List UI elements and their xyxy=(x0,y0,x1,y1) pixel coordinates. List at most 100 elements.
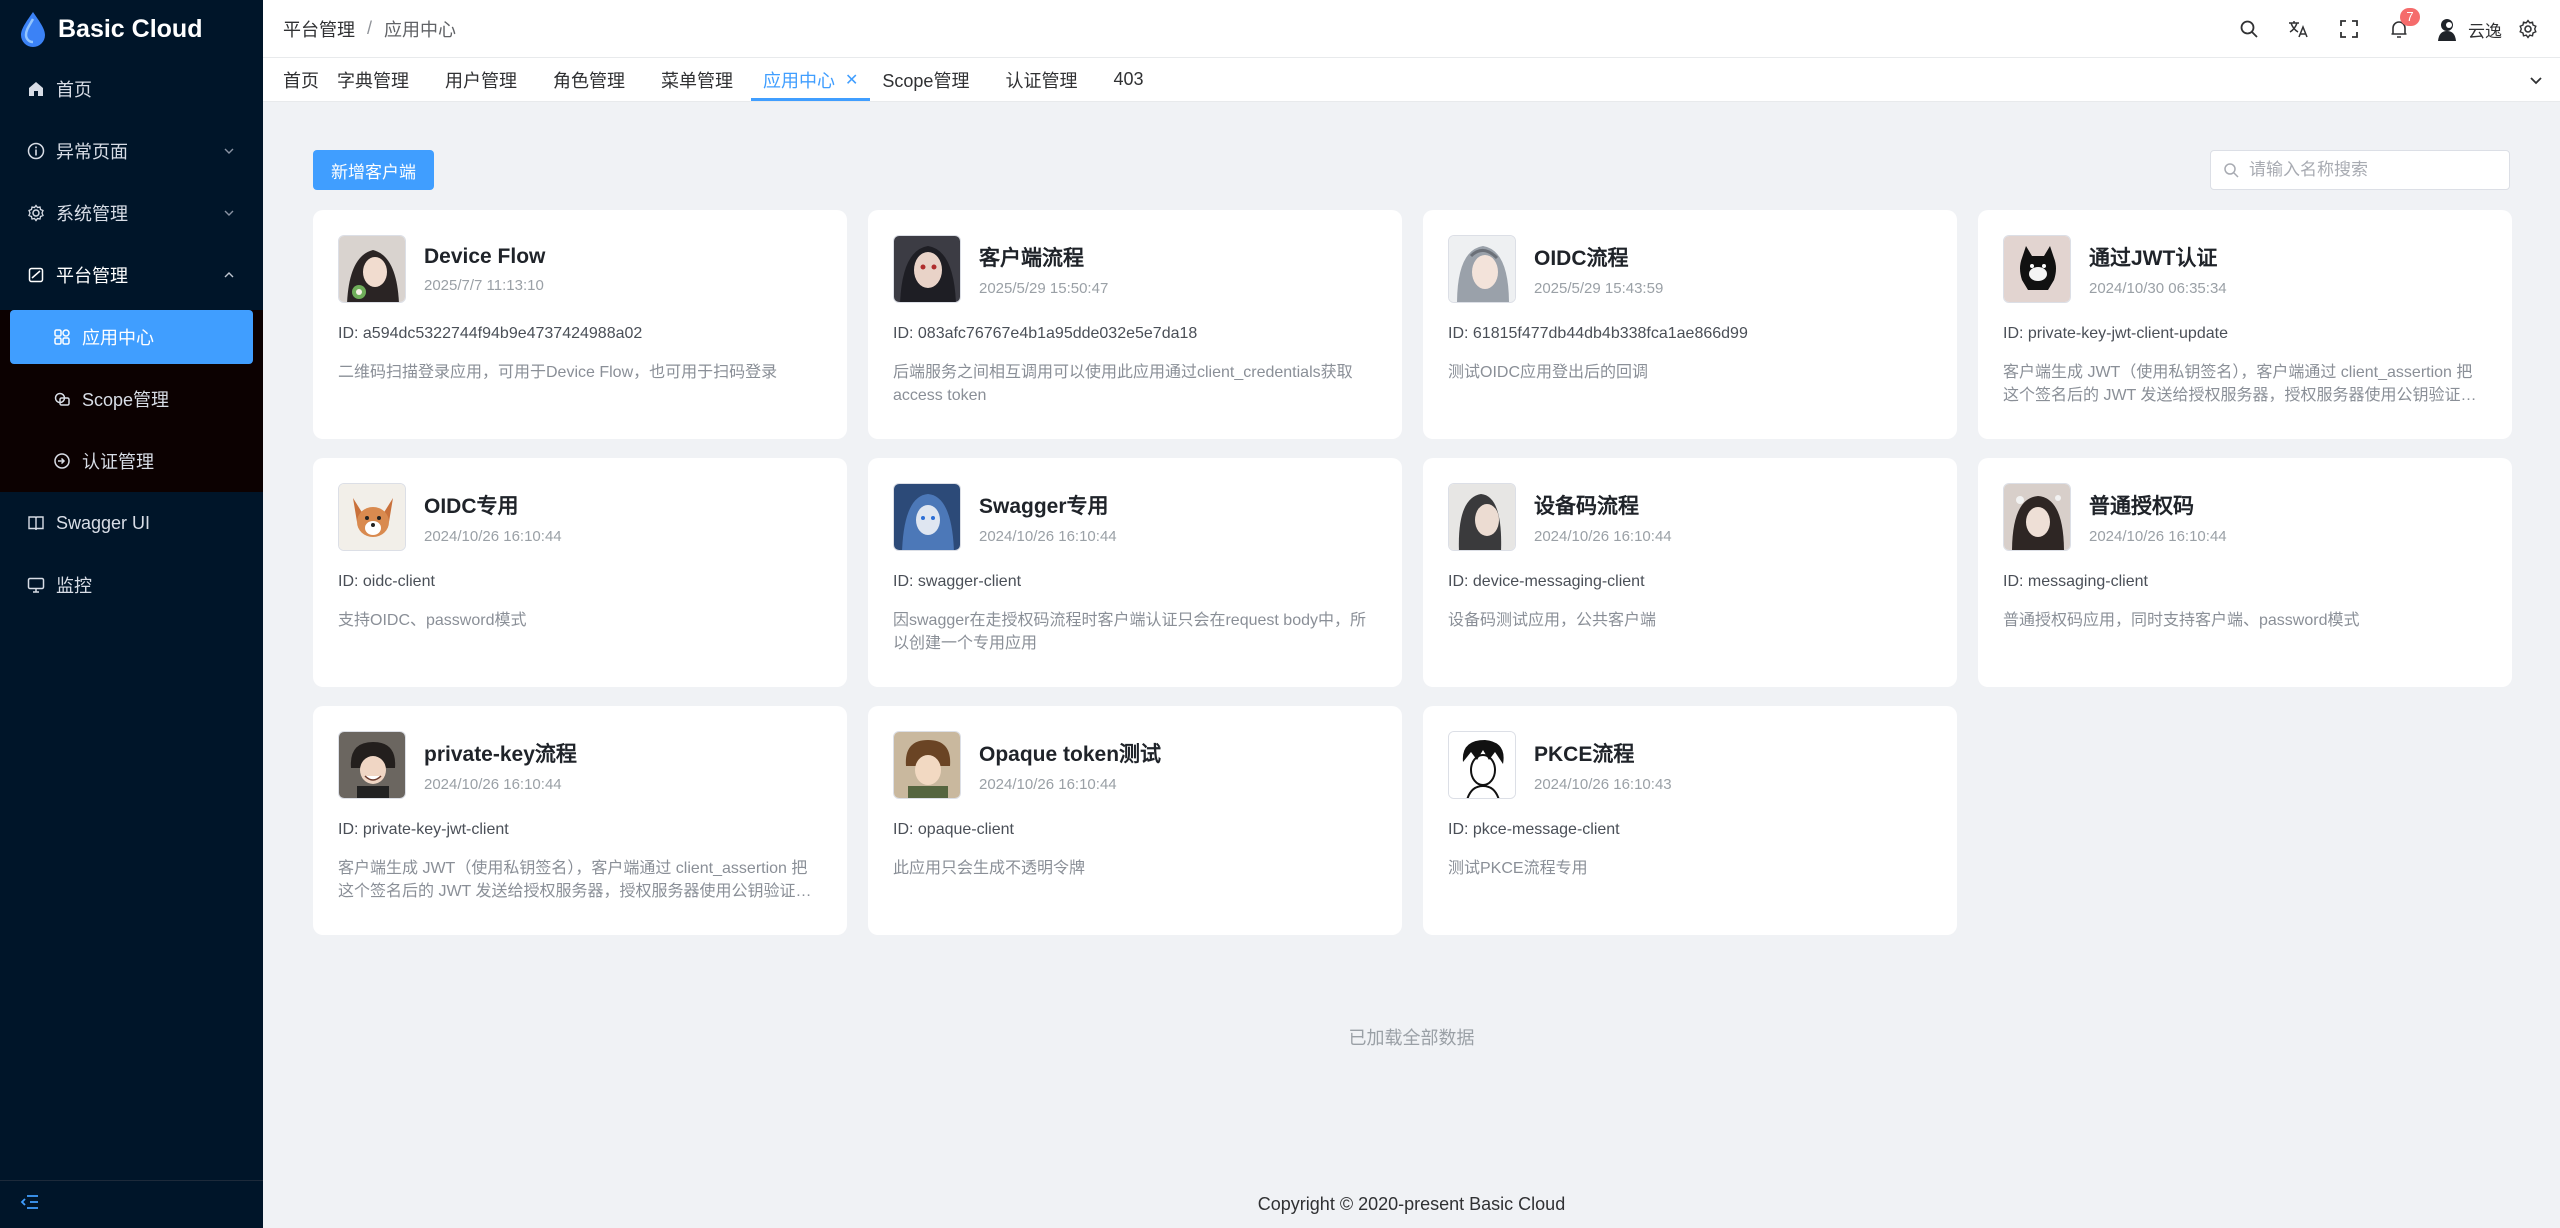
client-avatar xyxy=(338,483,406,551)
client-avatar xyxy=(2003,483,2071,551)
search-box[interactable] xyxy=(2210,150,2510,190)
client-card[interactable]: Device Flow 2025/7/7 11:13:10 ID: a594dc… xyxy=(313,210,847,439)
client-avatar xyxy=(893,483,961,551)
search-input[interactable] xyxy=(2249,160,2489,180)
tab-users[interactable]: 用户管理 xyxy=(427,58,535,101)
sidebar-item-home[interactable]: 首页 xyxy=(0,58,263,120)
info-icon xyxy=(26,141,46,161)
client-card[interactable]: Swagger专用 2024/10/26 16:10:44 ID: swagge… xyxy=(868,458,1402,687)
client-card-grid: Device Flow 2025/7/7 11:13:10 ID: a594dc… xyxy=(313,210,2512,935)
water-drop-logo-icon xyxy=(18,9,48,49)
client-id: ID: pkce-message-client xyxy=(1448,821,1620,838)
client-card[interactable]: 客户端流程 2025/5/29 15:50:47 ID: 083afc76767… xyxy=(868,210,1402,439)
tab-menus[interactable]: 菜单管理 xyxy=(643,58,751,101)
tab-403[interactable]: 403 xyxy=(1095,58,1161,101)
client-name: 普通授权码 xyxy=(2089,494,2194,518)
tab-auth[interactable]: 认证管理 xyxy=(987,58,1095,101)
client-name: Swagger专用 xyxy=(979,494,1109,518)
search-icon xyxy=(2240,20,2258,38)
add-client-button[interactable]: 新增客户端 xyxy=(313,150,434,190)
sidebar-item-app-center[interactable]: 应用中心 xyxy=(10,310,253,364)
grid-icon xyxy=(52,327,72,347)
user-menu[interactable]: 云逸 xyxy=(2434,16,2502,42)
fullscreen-button[interactable] xyxy=(2324,0,2374,58)
tab-label: 首页 xyxy=(283,70,319,91)
header-tools: 7 云逸 xyxy=(2224,0,2546,58)
client-name: 通过JWT认证 xyxy=(2089,246,2218,270)
close-tab-icon[interactable]: ✕ xyxy=(845,70,858,90)
client-name: private-key流程 xyxy=(424,742,577,766)
client-card[interactable]: private-key流程 2024/10/26 16:10:44 ID: pr… xyxy=(313,706,847,935)
sidebar-item-swagger[interactable]: Swagger UI xyxy=(0,492,263,554)
sidebar-item-label: 平台管理 xyxy=(56,266,128,286)
tab-home[interactable]: 首页 xyxy=(263,58,329,101)
tab-label: 用户管理 xyxy=(445,70,517,91)
settings-button[interactable] xyxy=(2510,0,2546,58)
client-description: 二维码扫描登录应用，可用于Device Flow，也可用于扫码登录 xyxy=(338,364,778,381)
notification-button[interactable]: 7 xyxy=(2374,0,2424,58)
client-id: ID: 083afc76767e4b1a95dde032e5e7da18 xyxy=(893,325,1198,342)
client-created-time: 2025/5/29 15:43:59 xyxy=(1534,279,1664,297)
app-logo[interactable]: Basic Cloud xyxy=(0,0,263,58)
client-created-time: 2024/10/26 16:10:44 xyxy=(1534,527,1672,545)
client-created-time: 2025/7/7 11:13:10 xyxy=(424,276,544,294)
client-id: ID: oidc-client xyxy=(338,573,435,590)
client-name: OIDC专用 xyxy=(424,494,519,518)
tab-roles[interactable]: 角色管理 xyxy=(535,58,643,101)
client-card[interactable]: Opaque token测试 2024/10/26 16:10:44 ID: o… xyxy=(868,706,1402,935)
sidebar-item-scope[interactable]: Scope管理 xyxy=(0,368,263,430)
client-avatar xyxy=(338,235,406,303)
language-button[interactable] xyxy=(2274,0,2324,58)
chevron-down-icon xyxy=(224,210,234,216)
client-name: PKCE流程 xyxy=(1534,742,1635,766)
sidebar-item-label: 应用中心 xyxy=(82,328,154,348)
breadcrumb-item-platform[interactable]: 平台管理 xyxy=(283,16,355,42)
client-id: ID: private-key-jwt-client xyxy=(338,821,509,838)
client-name: 客户端流程 xyxy=(979,246,1084,270)
tab-dict[interactable]: 字典管理 xyxy=(329,58,427,101)
client-avatar xyxy=(1448,731,1516,799)
chevron-down-icon[interactable] xyxy=(2526,70,2546,90)
sidebar-item-label: 异常页面 xyxy=(56,142,128,162)
collapse-menu-icon[interactable] xyxy=(20,1194,40,1215)
client-id: ID: 61815f477db44db4b338fca1ae866d99 xyxy=(1448,325,1748,342)
search-button[interactable] xyxy=(2224,0,2274,58)
sidebar-item-platform[interactable]: 平台管理 xyxy=(0,244,263,306)
sidebar-collapse-bar xyxy=(0,1180,263,1228)
breadcrumb: 平台管理 / 应用中心 xyxy=(283,16,456,42)
client-id: ID: swagger-client xyxy=(893,573,1022,590)
client-avatar xyxy=(1448,235,1516,303)
sidebar-item-system[interactable]: 系统管理 xyxy=(0,182,263,244)
client-created-time: 2024/10/26 16:10:44 xyxy=(424,527,562,545)
tab-label: 角色管理 xyxy=(553,70,625,91)
platform-icon xyxy=(26,265,46,285)
tab-scope[interactable]: Scope管理 xyxy=(870,58,987,101)
footer-copyright: Copyright © 2020-present Basic Cloud xyxy=(1257,1194,1566,1214)
sidebar-item-exception[interactable]: 异常页面 xyxy=(0,120,263,182)
book-icon xyxy=(26,513,46,533)
client-description: 测试PKCE流程专用 xyxy=(1448,860,1588,877)
client-card[interactable]: 通过JWT认证 2024/10/30 06:35:34 ID: private-… xyxy=(1978,210,2512,439)
breadcrumb-separator: / xyxy=(367,18,373,38)
client-description: 普通授权码应用，同时支持客户端、password模式 xyxy=(2003,612,2360,629)
top-header: 平台管理 / 应用中心 7 云逸 xyxy=(263,0,2560,58)
sidebar-item-monitor[interactable]: 监控 xyxy=(0,554,263,616)
client-card[interactable]: 设备码流程 2024/10/26 16:10:44 ID: device-mes… xyxy=(1423,458,1957,687)
client-card[interactable]: OIDC流程 2025/5/29 15:43:59 ID: 61815f477d… xyxy=(1423,210,1957,439)
client-card[interactable]: PKCE流程 2024/10/26 16:10:43 ID: pkce-mess… xyxy=(1423,706,1957,935)
app-title: Basic Cloud xyxy=(58,14,203,43)
tab-label: Scope管理 xyxy=(882,70,970,91)
load-status-text: 已加载全部数据 xyxy=(1348,1028,1475,1048)
client-avatar xyxy=(893,235,961,303)
client-name: Opaque token测试 xyxy=(979,742,1162,766)
sidebar-item-label: 首页 xyxy=(56,80,92,100)
client-card[interactable]: 普通授权码 2024/10/26 16:10:44 ID: messaging-… xyxy=(1978,458,2512,687)
client-id: ID: opaque-client xyxy=(893,821,1014,838)
client-created-time: 2024/10/26 16:10:44 xyxy=(2089,527,2227,545)
user-name: 云逸 xyxy=(2468,21,2502,41)
sidebar-item-auth[interactable]: 认证管理 xyxy=(0,430,263,492)
tab-app-center[interactable]: 应用中心 ✕ xyxy=(751,58,871,101)
client-name: 设备码流程 xyxy=(1534,494,1639,518)
client-card[interactable]: OIDC专用 2024/10/26 16:10:44 ID: oidc-clie… xyxy=(313,458,847,687)
sidebar-item-label: 认证管理 xyxy=(82,452,154,472)
